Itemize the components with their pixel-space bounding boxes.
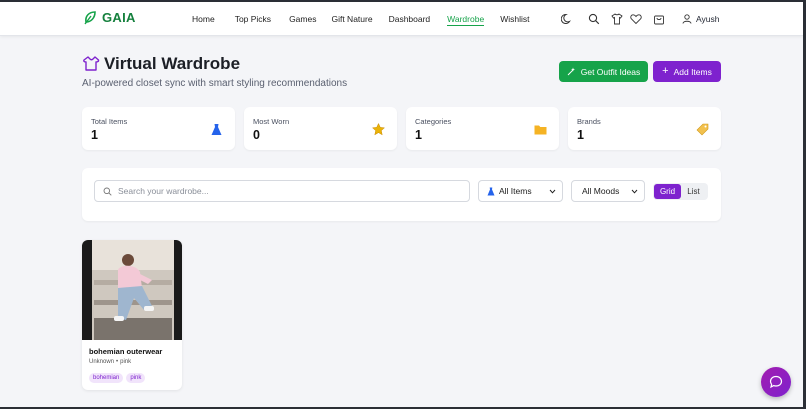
chat-assistant-button[interactable]: [761, 367, 791, 397]
view-grid-button[interactable]: Grid: [654, 184, 681, 199]
chevron-down-icon: [549, 189, 556, 194]
top-navbar: GAIA Home Top Picks Games Gift Nature Da…: [0, 2, 803, 36]
filter-panel: All Items All Moods Grid List: [82, 168, 721, 221]
item-tag[interactable]: bohemian: [89, 373, 124, 383]
item-brand: Unknown: [89, 359, 115, 365]
brand-logo[interactable]: GAIA: [83, 10, 136, 25]
nav-item-gift-nature[interactable]: Gift Nature: [331, 14, 372, 26]
stat-label: Categories: [415, 117, 452, 126]
nav-item-top-picks[interactable]: Top Picks: [235, 14, 271, 26]
dress-icon: [211, 124, 222, 135]
nav-item-wishlist[interactable]: Wishlist: [500, 14, 529, 26]
stat-label: Total Items: [91, 117, 128, 126]
stat-label: Most Worn: [253, 117, 290, 126]
search-icon: [103, 187, 112, 196]
page-subtitle: AI-powered closet sync with smart stylin…: [82, 78, 348, 89]
chevron-down-icon: [631, 189, 638, 194]
nav-item-dashboard[interactable]: Dashboard: [389, 14, 431, 26]
dress-icon: [487, 187, 495, 195]
folder-icon: [534, 125, 547, 135]
star-icon: [372, 123, 385, 136]
leaf-icon: [84, 11, 96, 25]
user-menu[interactable]: Ayush: [682, 14, 719, 24]
add-items-label: Add Items: [673, 66, 712, 77]
get-outfit-ideas-button[interactable]: Get Outfit Ideas: [559, 61, 648, 82]
sparkle-icon: [567, 67, 575, 76]
plus-icon: +: [662, 65, 669, 77]
user-name: Ayush: [696, 14, 720, 24]
page-title-row: Virtual Wardrobe: [82, 54, 240, 74]
view-list-button[interactable]: List: [681, 184, 706, 199]
stat-label: Brands: [577, 117, 601, 126]
page-title: Virtual Wardrobe: [104, 54, 241, 73]
tag-icon: [696, 123, 709, 136]
stat-card-total-items: Total Items 1: [82, 107, 235, 150]
heart-icon[interactable]: [630, 13, 642, 25]
stat-card-categories: Categories 1: [406, 107, 559, 150]
chat-icon: [769, 375, 783, 389]
item-name: bohemian outerwear: [89, 347, 163, 356]
item-meta-separator: •: [116, 359, 119, 365]
item-tags: bohemian pink: [89, 373, 146, 383]
category-select-value: All Items: [499, 186, 532, 196]
item-photo: [82, 240, 182, 340]
wardrobe-item-card[interactable]: bohemian outerwear Unknown • pink bohemi…: [82, 240, 182, 390]
brand-name: GAIA: [102, 10, 136, 25]
stat-value: 1: [91, 128, 98, 142]
main-nav: Home Top Picks Games Gift Nature Dashboa…: [192, 14, 529, 26]
get-outfit-ideas-label: Get Outfit Ideas: [580, 66, 641, 77]
stat-value: 0: [253, 128, 260, 142]
search-icon[interactable]: [588, 13, 600, 25]
stat-card-most-worn: Most Worn 0: [244, 107, 397, 150]
category-select[interactable]: All Items: [478, 180, 563, 202]
nav-item-wardrobe[interactable]: Wardrobe: [447, 14, 485, 26]
nav-item-games[interactable]: Games: [289, 14, 316, 26]
mood-select[interactable]: All Moods: [571, 180, 645, 202]
stat-card-brands: Brands 1: [568, 107, 721, 150]
search-box[interactable]: [94, 180, 470, 202]
stat-value: 1: [577, 128, 584, 142]
item-meta: Unknown • pink: [89, 359, 131, 365]
shirt-icon[interactable]: [611, 13, 623, 25]
add-items-button[interactable]: + Add Items: [653, 61, 721, 82]
nav-item-home[interactable]: Home: [192, 14, 215, 26]
view-toggle: Grid List: [653, 183, 708, 200]
shopping-bag-icon[interactable]: [653, 13, 665, 25]
moon-icon[interactable]: [561, 13, 573, 25]
item-tag[interactable]: pink: [126, 373, 146, 383]
item-color: pink: [120, 359, 132, 365]
search-input[interactable]: [118, 186, 448, 196]
hanger-icon: [83, 56, 100, 71]
mood-select-value: All Moods: [582, 186, 620, 196]
stat-value: 1: [415, 128, 422, 142]
user-icon: [682, 14, 692, 24]
